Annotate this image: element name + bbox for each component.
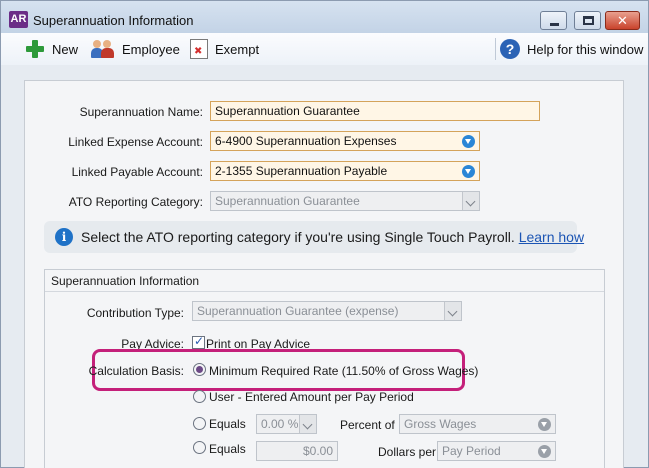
info-text: Select the ATO reporting category if you… [81, 229, 584, 245]
ato-category-value: Superannuation Guarantee [215, 194, 360, 208]
contribution-type-value: Superannuation Guarantee (expense) [197, 304, 399, 318]
minimize-icon [550, 23, 559, 26]
min-rate-option-label: Minimum Required Rate (11.50% of Gross W… [209, 364, 479, 378]
new-button-label: New [52, 41, 79, 57]
min-rate-radio[interactable] [193, 363, 206, 376]
close-button[interactable]: ✕ [605, 11, 640, 30]
super-info-group-title: Superannuation Information [51, 274, 200, 288]
contribution-type-label: Contribution Type: [86, 306, 184, 320]
calculation-basis-label: Calculation Basis: [88, 364, 184, 378]
learn-how-link[interactable]: Learn how [519, 229, 584, 245]
percent-of-label: Percent of [340, 418, 395, 432]
expense-account-dropdown-icon[interactable] [462, 135, 475, 148]
expense-account-field[interactable]: 6-4900 Superannuation Expenses [210, 131, 480, 151]
minimize-button[interactable] [540, 11, 567, 30]
super-name-value: Superannuation Guarantee [215, 104, 360, 118]
employee-button[interactable]: Employee [91, 38, 180, 60]
percent-value: 0.00 % [261, 417, 299, 431]
payable-account-dropdown-icon[interactable] [462, 165, 475, 178]
title-bar: AR Superannuation Information ✕ [1, 1, 648, 33]
superannuation-window: AR Superannuation Information ✕ New Empl… [0, 0, 649, 468]
payable-account-label: Linked Payable Account: [71, 165, 203, 179]
contribution-type-chevron-icon [444, 302, 461, 320]
user-entered-option-label: User - Entered Amount per Pay Period [209, 390, 414, 404]
payable-account-field[interactable]: 2-1355 Superannuation Payable [210, 161, 480, 181]
dollars-per-value: Pay Period [442, 444, 501, 458]
help-icon: ? [500, 39, 520, 59]
equals-amount-label: Equals [209, 442, 246, 456]
expense-account-value: 6-4900 Superannuation Expenses [215, 134, 397, 148]
ato-category-label: ATO Reporting Category: [68, 195, 203, 209]
ato-category-select[interactable]: Superannuation Guarantee [210, 191, 480, 211]
new-button[interactable]: New [25, 38, 78, 60]
maximize-icon [583, 16, 594, 25]
dollars-per-dropdown-icon [538, 445, 551, 458]
info-banner: i Select the ATO reporting category if y… [44, 221, 584, 253]
help-button-label: Help for this window [527, 41, 644, 57]
dollars-per-select[interactable]: Pay Period [437, 441, 556, 461]
dollars-per-label: Dollars per [378, 445, 437, 459]
exempt-button-label: Exempt [215, 41, 260, 57]
maximize-button[interactable] [574, 11, 601, 30]
percent-of-select[interactable]: Gross Wages [399, 414, 556, 434]
super-name-field[interactable]: Superannuation Guarantee [210, 101, 540, 121]
percent-of-dropdown-icon [538, 418, 551, 431]
group-divider [45, 291, 604, 292]
exempt-button[interactable]: Exempt [190, 38, 259, 60]
window-title: Superannuation Information [33, 13, 194, 28]
dollar-value-field[interactable]: $0.00 [256, 441, 338, 461]
percent-value-field[interactable]: 0.00 % [256, 414, 317, 434]
equals-percent-label: Equals [209, 417, 246, 431]
app-logo-icon: AR [9, 11, 28, 28]
expense-account-label: Linked Expense Account: [68, 135, 203, 149]
print-on-pay-advice-checkbox[interactable] [192, 334, 205, 349]
help-button[interactable]: ? Help for this window [500, 38, 643, 60]
user-entered-radio[interactable] [193, 390, 206, 403]
toolbar-separator [495, 38, 496, 60]
exempt-icon [190, 39, 208, 59]
employee-button-label: Employee [122, 41, 180, 57]
toolbar: New Employee Exempt ? Help for this wind… [1, 33, 648, 65]
dollar-value: $0.00 [302, 444, 333, 458]
equals-amount-radio[interactable] [193, 441, 206, 454]
percent-chevron-icon [299, 415, 316, 433]
payable-account-value: 2-1355 Superannuation Payable [215, 164, 388, 178]
super-name-label: Superannuation Name: [79, 105, 203, 119]
employee-icon [91, 39, 115, 59]
close-icon: ✕ [617, 13, 628, 28]
plus-icon [25, 39, 45, 59]
info-message: Select the ATO reporting category if you… [81, 229, 515, 245]
contribution-type-select[interactable]: Superannuation Guarantee (expense) [192, 301, 462, 321]
equals-percent-radio[interactable] [193, 417, 206, 430]
ato-category-chevron-icon [462, 192, 479, 210]
info-icon: i [55, 228, 73, 246]
percent-of-value: Gross Wages [404, 417, 477, 431]
